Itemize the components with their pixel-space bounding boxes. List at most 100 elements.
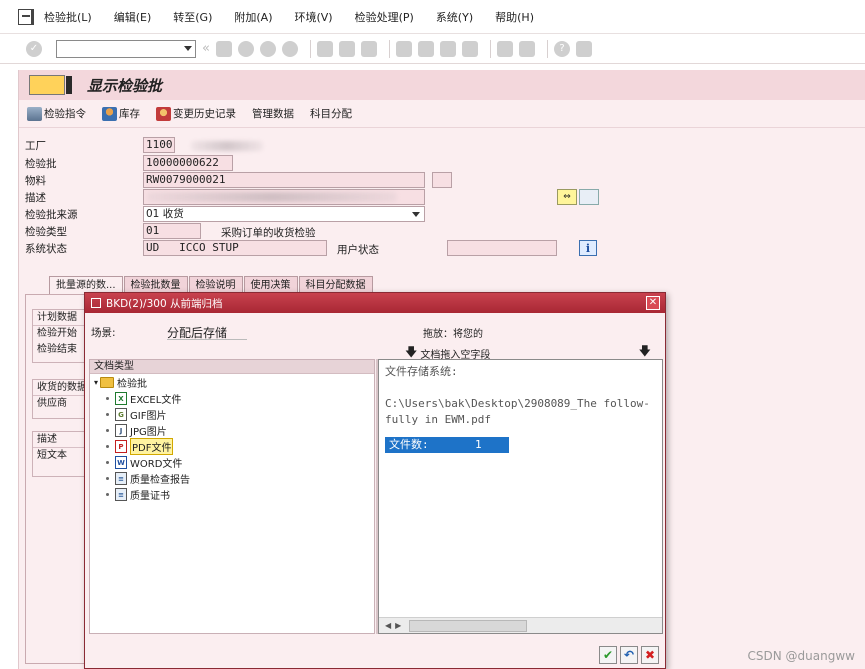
menu-environment[interactable]: 环境(V) bbox=[294, 9, 332, 25]
change-history-label: 变更历史记录 bbox=[173, 108, 236, 120]
back-button[interactable]: ↶ bbox=[620, 646, 638, 664]
collapse-icon[interactable]: « bbox=[202, 41, 210, 56]
file-storage-panel[interactable]: 文件存储系统: C:\Users\bak\Desktop\2908089_The… bbox=[378, 359, 663, 634]
save-icon[interactable] bbox=[215, 40, 232, 57]
toolbar-divider bbox=[388, 39, 390, 58]
long-text-icon[interactable]: ⇔ bbox=[557, 189, 577, 205]
lot-label: 检验批 bbox=[25, 157, 57, 170]
next-page-icon[interactable] bbox=[439, 40, 456, 57]
folder-open-icon bbox=[100, 376, 115, 388]
system-status-field[interactable]: UD ICCO STUP bbox=[143, 240, 327, 256]
tree-header: 文档类型 bbox=[90, 360, 374, 374]
page-title: 显示检验批 bbox=[87, 76, 163, 95]
lot-field[interactable]: 10000000622 bbox=[143, 155, 233, 171]
redacted-text bbox=[191, 141, 263, 151]
tree-item[interactable]: W WORD文件 bbox=[90, 454, 374, 470]
menu-goto[interactable]: 转至(G) bbox=[173, 9, 212, 25]
window-icon bbox=[91, 298, 101, 308]
description-label: 描述 bbox=[25, 191, 46, 204]
dialog-title-bar: BKD(2)/300 从前端归档 bbox=[85, 293, 665, 313]
back-icon[interactable] bbox=[237, 40, 254, 57]
enter-icon[interactable]: ✓ bbox=[26, 40, 42, 57]
tree-item[interactable]: G GIF图片 bbox=[90, 406, 374, 422]
scroll-right-icon[interactable]: ▶ bbox=[395, 621, 401, 630]
menu-edit[interactable]: 编辑(E) bbox=[114, 9, 152, 25]
material-extra-field[interactable] bbox=[432, 172, 452, 188]
menu-inspection-processing[interactable]: 检验处理(P) bbox=[355, 9, 414, 25]
exit-icon[interactable] bbox=[259, 40, 276, 57]
print-icon[interactable] bbox=[316, 40, 333, 57]
tree-item-label: 质量检查报告 bbox=[130, 474, 190, 486]
plant-field[interactable]: 1100 bbox=[143, 137, 175, 153]
close-icon[interactable]: ✕ bbox=[646, 296, 660, 310]
tree-item[interactable]: J JPG图片 bbox=[90, 422, 374, 438]
type-field[interactable]: 01 bbox=[143, 223, 201, 239]
stock-icon bbox=[102, 106, 117, 121]
chevron-down-icon[interactable] bbox=[412, 212, 420, 217]
tree-item[interactable]: ≡ 质量证书 bbox=[90, 486, 374, 502]
gif-icon: G bbox=[115, 407, 127, 421]
menu-system[interactable]: 系统(Y) bbox=[436, 9, 473, 25]
excel-icon: X bbox=[115, 391, 127, 405]
tree-item-selected[interactable]: P PDF文件 bbox=[90, 437, 374, 455]
document-type-tree: 文档类型 ▾ 检验批 X EXCEL文件 G GIF图片 J JPG图片 P P… bbox=[89, 359, 375, 634]
toolbar-divider bbox=[309, 39, 311, 58]
description-row: 描述 bbox=[25, 189, 143, 205]
system-menu-icon[interactable] bbox=[18, 8, 34, 25]
inspection-lot-icon bbox=[29, 75, 72, 95]
stock-button[interactable]: 库存 bbox=[102, 106, 140, 121]
account-assignment-button[interactable]: 科目分配 bbox=[310, 106, 352, 121]
chevron-down-icon[interactable] bbox=[184, 45, 192, 51]
archive-from-frontend-dialog: BKD(2)/300 从前端归档 ✕ 场景: 分配后存储 拖放：将您的 🡇 文档… bbox=[84, 292, 666, 669]
info-icon[interactable]: i bbox=[579, 240, 597, 256]
redacted-text bbox=[147, 192, 397, 202]
tree-item-label: PDF文件 bbox=[130, 437, 174, 455]
type-label: 检验类型 bbox=[25, 225, 67, 238]
scroll-thumb[interactable] bbox=[409, 619, 528, 632]
application-toolbar: 检验指令 库存 变更历史记录 管理数据 科目分配 bbox=[19, 100, 865, 128]
cancel-icon[interactable] bbox=[281, 40, 298, 57]
command-field[interactable] bbox=[56, 39, 196, 58]
history-icon bbox=[156, 106, 171, 121]
previous-page-icon[interactable] bbox=[417, 40, 434, 57]
first-page-icon[interactable] bbox=[395, 40, 412, 57]
dialog-title: BKD(2)/300 从前端归档 bbox=[106, 297, 223, 310]
status-label: 系统状态 bbox=[25, 242, 67, 255]
expand-icon[interactable]: ▾ bbox=[94, 378, 98, 387]
document-icon[interactable] bbox=[579, 189, 599, 205]
layout-icon[interactable] bbox=[575, 40, 592, 57]
shortcut-icon[interactable] bbox=[518, 40, 535, 57]
origin-select[interactable]: 01 收货 bbox=[143, 206, 425, 222]
cancel-button[interactable]: ✖ bbox=[641, 646, 659, 664]
tree-item[interactable]: ≡ 质量检查报告 bbox=[90, 470, 374, 486]
find-icon[interactable] bbox=[338, 40, 355, 57]
tree-item-label: GIF图片 bbox=[130, 410, 167, 422]
admin-data-button[interactable]: 管理数据 bbox=[252, 106, 294, 121]
jpg-icon: J bbox=[115, 423, 127, 437]
last-page-icon[interactable] bbox=[461, 40, 478, 57]
tree-root[interactable]: ▾ 检验批 bbox=[90, 374, 374, 390]
scroll-left-icon[interactable]: ◀ bbox=[385, 621, 391, 630]
horizontal-scrollbar[interactable]: ◀ ▶ bbox=[379, 617, 662, 633]
change-history-button[interactable]: 变更历史记录 bbox=[156, 106, 236, 121]
plant-label: 工厂 bbox=[25, 139, 46, 152]
menu-extras[interactable]: 附加(A) bbox=[234, 9, 272, 25]
user-status-field[interactable] bbox=[447, 240, 557, 256]
tree-item[interactable]: X EXCEL文件 bbox=[90, 390, 374, 406]
lot-row: 检验批 bbox=[25, 155, 143, 171]
menu-inspection-lot[interactable]: 检验批(L) bbox=[44, 9, 92, 25]
help-icon[interactable]: ? bbox=[553, 40, 570, 57]
inspection-instruction-button[interactable]: 检验指令 bbox=[27, 106, 86, 121]
toolbar-divider bbox=[546, 39, 548, 58]
menu-help[interactable]: 帮助(H) bbox=[495, 9, 534, 25]
find-next-icon[interactable] bbox=[360, 40, 377, 57]
word-icon: W bbox=[115, 455, 127, 469]
standard-toolbar: ✓ « ? bbox=[0, 34, 865, 64]
material-field[interactable]: RW0079000021 bbox=[143, 172, 425, 188]
tree-bullet bbox=[106, 444, 109, 448]
new-session-icon[interactable] bbox=[496, 40, 513, 57]
status-row: 系统状态 bbox=[25, 240, 143, 256]
material-label: 物料 bbox=[25, 174, 46, 187]
confirm-button[interactable]: ✔ bbox=[599, 646, 617, 664]
type-row: 检验类型 bbox=[25, 223, 143, 239]
